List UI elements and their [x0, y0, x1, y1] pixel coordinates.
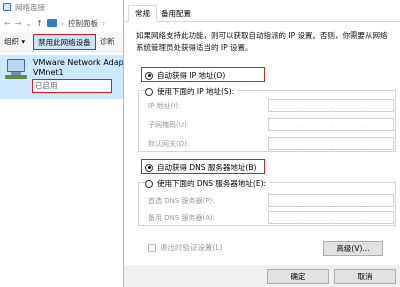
diagnose-button[interactable]: 诊断 [96, 34, 119, 50]
up-icon[interactable]: ↑ [36, 19, 43, 28]
radio-icon [145, 179, 153, 188]
adapter-item[interactable]: VMware Network Adapter VMnet1 已启用 [0, 55, 135, 99]
description-text: 如果网络支持此功能，则可以获取自动指派的 IP 设置。否则，你需要从网络系统管理… [136, 31, 388, 52]
adapter-name: VMware Network Adapter [33, 58, 136, 67]
back-icon[interactable]: ← [4, 19, 11, 28]
subnet-mask-input[interactable]: ... [268, 118, 394, 131]
ip-address-label: IP 地址(I): [148, 102, 181, 110]
command-bar: 组织 ▾ 禁用此网络设备 诊断 [0, 32, 125, 52]
ip-address-input[interactable]: ... [268, 99, 394, 112]
network-adapter-icon [5, 59, 29, 81]
adapter-status: 已启用 [32, 79, 112, 93]
ip-auto-radio[interactable]: 自动获得 IP 地址(O) [145, 70, 225, 81]
advanced-button[interactable]: 高级(V)... [323, 241, 383, 256]
gateway-label: 默认网关(D): [148, 140, 190, 148]
chevron-down-icon[interactable]: ⌄ [25, 19, 32, 28]
breadcrumb[interactable]: 控制面板 [68, 18, 98, 29]
radio-selected-icon [145, 163, 153, 172]
address-bar: ← → ⌄ ↑ › 控制面板 › [0, 14, 120, 32]
checkbox-icon [148, 243, 156, 252]
ipv4-properties-dialog: 常规 备用配置 如果网络支持此功能，则可以获取自动指派的 IP 设置。否则，你需… [123, 0, 400, 287]
ip-manual-radio[interactable]: 使用下面的 IP 地址(S): [145, 86, 238, 97]
ok-button[interactable]: 确定 [267, 269, 329, 284]
gateway-input[interactable]: ... [268, 137, 394, 150]
forward-icon[interactable]: → [15, 19, 22, 28]
tab-general[interactable]: 常规 [128, 5, 157, 22]
network-icon [3, 3, 11, 11]
dns-auto-radio[interactable]: 自动获得 DNS 服务器地址(B) [145, 162, 256, 173]
radio-selected-icon [145, 71, 153, 80]
tab-bar: 常规 备用配置 [124, 0, 400, 22]
preferred-dns-label: 首选 DNS 服务器(P): [148, 197, 215, 205]
subnet-mask-label: 子网掩码(U): [148, 121, 189, 129]
validate-on-exit-checkbox[interactable]: 退出时验证设置(L) [148, 242, 223, 253]
tab-alternate[interactable]: 备用配置 [155, 6, 197, 22]
organize-button[interactable]: 组织 ▾ [0, 34, 29, 50]
breadcrumb-separator-icon: › [102, 18, 106, 28]
control-panel-icon [46, 19, 57, 27]
alternate-dns-input[interactable]: ... [268, 211, 394, 224]
window-title: 网络连接 [0, 0, 120, 14]
radio-icon [145, 87, 153, 96]
breadcrumb-separator-icon: › [60, 18, 65, 28]
preferred-dns-input[interactable]: ... [268, 194, 394, 207]
cancel-button[interactable]: 取消 [334, 269, 396, 284]
adapter-subname: VMnet1 [33, 68, 64, 77]
dns-manual-radio[interactable]: 使用下面的 DNS 服务器地址(E): [145, 178, 270, 189]
alternate-dns-label: 备用 DNS 服务器(A): [148, 214, 216, 222]
disable-device-button[interactable]: 禁用此网络设备 [33, 33, 96, 50]
